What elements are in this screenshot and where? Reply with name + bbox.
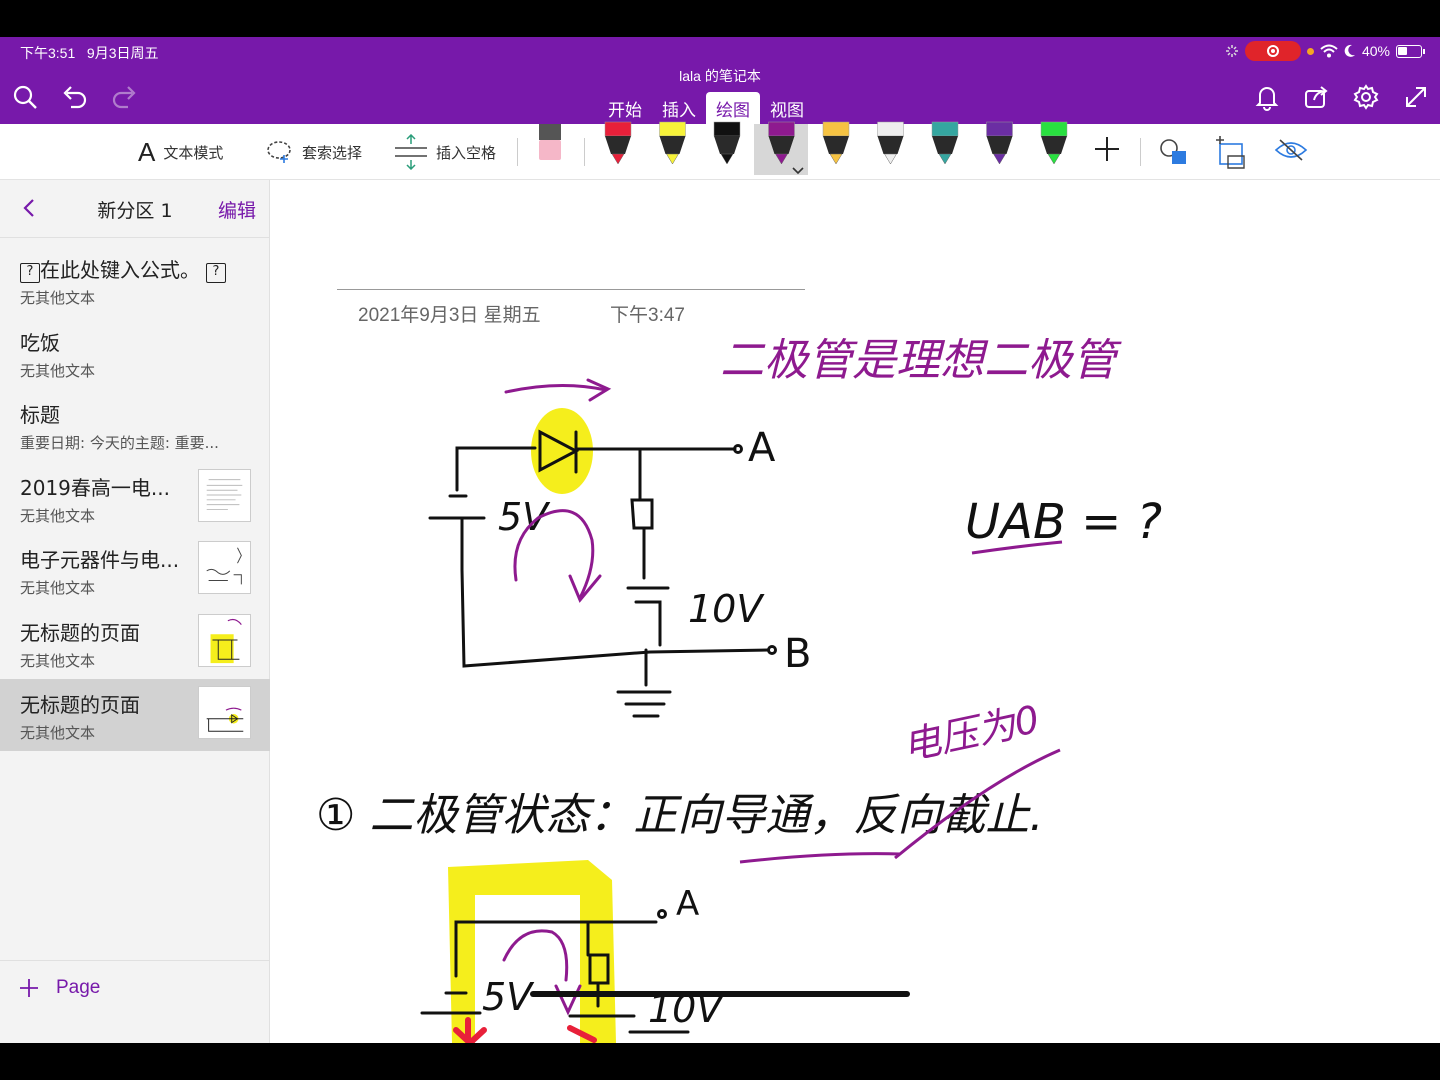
search-icon[interactable] [11, 83, 39, 111]
zero-voltage-note: 电压为0 [899, 697, 1043, 769]
page-item-title: 无标题的页面 [20, 621, 140, 645]
device-frame: 下午3:51 9月3日周五 40% lala 的笔记本 开始 插入 绘图 视图 [0, 0, 1440, 1080]
page-item-subtitle: 无其他文本 [20, 289, 96, 307]
battery-percent: 40% [1361, 43, 1390, 59]
tab-home[interactable]: 开始 [598, 92, 652, 124]
pen-swatch-5[interactable] [822, 121, 850, 165]
page-item-subtitle: 无其他文本 [20, 724, 96, 742]
add-pen-icon[interactable] [1092, 134, 1122, 164]
battery-icon [1396, 44, 1425, 58]
page-list-item[interactable]: 标题 重要日期: 今天的主题: 重要... [0, 389, 270, 461]
page-item-subtitle: 无其他文本 [20, 579, 96, 597]
pen-swatch-4[interactable] [768, 121, 795, 165]
circuit-diagram-1 [428, 429, 777, 718]
redo-icon[interactable] [110, 83, 138, 111]
source-10v-label: 10V [688, 587, 765, 631]
pen-swatch-2[interactable] [659, 121, 686, 165]
mic-indicator-icon [1306, 47, 1314, 55]
status-date: 9月3日周五 [86, 45, 159, 61]
pen-swatch-9[interactable] [1040, 121, 1068, 165]
moon-icon [1344, 44, 1355, 57]
node-a-label-2: A [676, 884, 699, 924]
page-item-subtitle: 无其他文本 [20, 652, 96, 670]
page-item-title: 无标题的页面 [20, 693, 140, 717]
page-list-item[interactable]: 2019春高一电... 无其他文本 [0, 462, 270, 534]
wifi-icon [1320, 44, 1338, 58]
page-item-title-text: 在此处键入公式。 [40, 258, 200, 282]
draw-toolbar: A 文本模式 套索选择 插入空格 [0, 121, 1440, 180]
share-icon[interactable] [1303, 83, 1331, 111]
equation-placeholder-icon: ? [20, 263, 40, 283]
screen-recording-icon[interactable] [1244, 41, 1301, 61]
pen-swatch-6[interactable] [877, 121, 904, 165]
note-canvas[interactable]: 2021年9月3日 星期五 下午3:47 A B 5V 10V 二极管是理想二极… [270, 180, 1440, 1043]
ink-layer: A B 5V 10V 二极管是理想二极管 UAB = ? ① 二极管状态：正向导… [316, 335, 1162, 1043]
notebook-title: lala 的笔记本 [679, 68, 761, 84]
ink-to-shape-icon[interactable] [1214, 134, 1250, 170]
node-a-label: A [748, 425, 776, 471]
bell-icon[interactable] [1253, 83, 1281, 111]
page-list-item[interactable]: 吃饭 无其他文本 [0, 317, 270, 389]
circuit2-highlight-gap [475, 895, 580, 1043]
page-item-title: 吃饭 [20, 331, 60, 355]
forward-underline [739, 852, 901, 864]
page-item-title: ? 在此处键入公式。? [20, 254, 226, 283]
pen-swatch-7[interactable] [931, 121, 959, 165]
page-thumbnail [198, 614, 251, 667]
add-page-button[interactable]: Page [0, 960, 270, 1043]
page-item-title: 电子元器件与电... [20, 548, 180, 572]
page-thumbnail [198, 541, 251, 594]
page-item-subtitle: 无其他文本 [20, 507, 96, 525]
undo-icon[interactable] [61, 83, 89, 111]
page-list-sidebar: 新分区 1 编辑 ? 在此处键入公式。? 无其他文本 吃饭 无其他文本 标题 重要… [0, 180, 270, 1043]
status-time: 下午3:51 9月3日周五 [20, 43, 159, 63]
app-header: 下午3:51 9月3日周五 40% lala 的笔记本 开始 插入 绘图 视图 [0, 37, 1440, 124]
pen-swatch-8[interactable] [986, 121, 1013, 165]
node-b-label: B [784, 631, 811, 677]
page-list-item[interactable]: 电子元器件与电... 无其他文本 [0, 534, 270, 606]
uab-question: UAB = ? [965, 494, 1162, 550]
source-5v-label-2: 5V [482, 975, 535, 1019]
expand-icon[interactable] [1402, 83, 1430, 111]
ink-replay-icon[interactable] [1274, 136, 1308, 166]
pen-palette [604, 121, 1068, 175]
tab-insert[interactable]: 插入 [652, 92, 706, 124]
page-item-title: 2019春高一电... [20, 476, 170, 500]
ipad-screen: 下午3:51 9月3日周五 40% lala 的笔记本 开始 插入 绘图 视图 [0, 37, 1440, 1043]
edit-button[interactable]: 编辑 [218, 196, 256, 223]
page-item-title: 标题 [20, 403, 60, 427]
gear-icon[interactable] [1352, 83, 1380, 111]
toolbar-divider [1140, 138, 1141, 166]
shapes-icon[interactable] [1158, 136, 1190, 168]
ideal-diode-note: 二极管是理想二极管 [720, 335, 1122, 386]
status-clock: 下午3:51 [20, 45, 76, 61]
tab-view[interactable]: 视图 [760, 92, 814, 124]
page-item-subtitle: 重要日期: 今天的主题: 重要... [20, 434, 219, 452]
page-thumbnail [198, 686, 251, 739]
plus-icon [20, 979, 38, 997]
page-list-item-active[interactable]: 无标题的页面 无其他文本 [0, 679, 270, 751]
pen-swatch-1[interactable] [604, 121, 632, 165]
page-list-item[interactable]: 无标题的页面 无其他文本 [0, 607, 270, 679]
page-item-subtitle: 无其他文本 [20, 362, 96, 380]
ribbon-tabs: 开始 插入 绘图 视图 [598, 92, 814, 124]
pen-swatch-3[interactable] [713, 121, 741, 165]
add-page-label: Page [56, 977, 101, 998]
home-indicator[interactable] [530, 991, 910, 997]
equation-placeholder-icon: ? [206, 263, 226, 283]
pen-options-chevron-icon[interactable] [792, 167, 804, 175]
step1-note: ① 二极管状态：正向导通，反向截止. [316, 790, 1043, 841]
loading-icon [1225, 45, 1238, 57]
sidebar-header: 新分区 1 编辑 [0, 180, 270, 238]
page-list-item[interactable]: ? 在此处键入公式。? 无其他文本 [0, 244, 270, 316]
page-thumbnail [198, 469, 251, 522]
status-indicators: 40% [1225, 41, 1425, 61]
tab-draw[interactable]: 绘图 [706, 92, 760, 124]
